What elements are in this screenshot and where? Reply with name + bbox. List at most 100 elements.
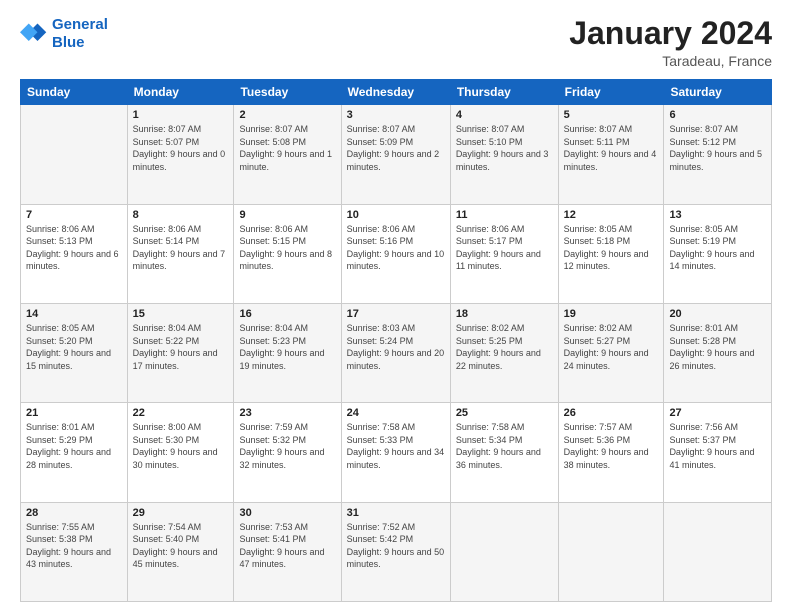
day-info: Sunrise: 8:04 AMSunset: 5:23 PMDaylight:… [239,322,335,372]
calendar-body: 1 Sunrise: 8:07 AMSunset: 5:07 PMDaylight… [21,105,772,602]
day-number: 21 [26,407,122,419]
calendar-cell: 31 Sunrise: 7:52 AMSunset: 5:42 PMDayligh… [341,502,450,601]
calendar-cell: 16 Sunrise: 8:04 AMSunset: 5:23 PMDayligh… [234,303,341,402]
calendar-week-row: 1 Sunrise: 8:07 AMSunset: 5:07 PMDaylight… [21,105,772,204]
calendar-cell: 3 Sunrise: 8:07 AMSunset: 5:09 PMDaylight… [341,105,450,204]
day-number: 15 [133,308,229,320]
day-number: 20 [669,308,766,320]
day-number: 28 [26,507,122,519]
header: General Blue January 2024 Taradeau, Fran… [20,16,772,69]
logo-line2: Blue [52,34,85,51]
weekday-header-wednesday: Wednesday [341,80,450,105]
day-number: 31 [347,507,445,519]
calendar-cell: 7Sunrise: 8:06 AMSunset: 5:13 PMDaylight… [21,204,128,303]
calendar-cell [450,502,558,601]
weekday-header-saturday: Saturday [664,80,772,105]
day-number: 17 [347,308,445,320]
day-info: Sunrise: 7:58 AMSunset: 5:34 PMDaylight:… [456,421,553,471]
day-info: Sunrise: 8:05 AMSunset: 5:19 PMDaylight:… [669,223,766,273]
day-info: Sunrise: 7:59 AMSunset: 5:32 PMDaylight:… [239,421,335,471]
day-number: 6 [669,109,766,121]
day-number: 1 [133,109,229,121]
calendar-cell [21,105,128,204]
day-number: 14 [26,308,122,320]
calendar-cell: 24 Sunrise: 7:58 AMSunset: 5:33 PMDayligh… [341,403,450,502]
day-number: 13 [669,209,766,221]
day-info: Sunrise: 8:01 AMSunset: 5:29 PMDaylight:… [26,421,122,471]
weekday-header-row: SundayMondayTuesdayWednesdayThursdayFrid… [21,80,772,105]
day-number: 30 [239,507,335,519]
page-container: General Blue January 2024 Taradeau, Fran… [0,0,792,612]
calendar-cell: 19 Sunrise: 8:02 AMSunset: 5:27 PMDayligh… [558,303,664,402]
calendar-week-row: 21 Sunrise: 8:01 AMSunset: 5:29 PMDayligh… [21,403,772,502]
day-number: 16 [239,308,335,320]
day-info: Sunrise: 8:07 AMSunset: 5:11 PMDaylight:… [564,123,659,173]
day-number: 18 [456,308,553,320]
weekday-header-tuesday: Tuesday [234,80,341,105]
calendar-cell: 14 Sunrise: 8:05 AMSunset: 5:20 PMDayligh… [21,303,128,402]
calendar-cell: 17Sunrise: 8:03 AMSunset: 5:24 PMDayligh… [341,303,450,402]
day-info: Sunrise: 8:07 AMSunset: 5:09 PMDaylight:… [347,123,445,173]
day-number: 11 [456,209,553,221]
calendar-cell: 11 Sunrise: 8:06 AMSunset: 5:17 PMDayligh… [450,204,558,303]
day-info: Sunrise: 7:58 AMSunset: 5:33 PMDaylight:… [347,421,445,471]
day-number: 9 [239,209,335,221]
day-info: Sunrise: 8:07 AMSunset: 5:07 PMDaylight:… [133,123,229,173]
day-info: Sunrise: 8:02 AMSunset: 5:27 PMDaylight:… [564,322,659,372]
day-info: Sunrise: 8:05 AMSunset: 5:20 PMDaylight:… [26,322,122,372]
calendar-cell: 21 Sunrise: 8:01 AMSunset: 5:29 PMDayligh… [21,403,128,502]
logo-text: General Blue [52,16,108,52]
logo-line1: General [52,16,108,33]
calendar-cell: 1 Sunrise: 8:07 AMSunset: 5:07 PMDaylight… [127,105,234,204]
day-info: Sunrise: 8:07 AMSunset: 5:08 PMDaylight:… [239,123,335,173]
day-number: 3 [347,109,445,121]
day-number: 23 [239,407,335,419]
day-number: 8 [133,209,229,221]
day-number: 24 [347,407,445,419]
day-number: 29 [133,507,229,519]
day-info: Sunrise: 8:00 AMSunset: 5:30 PMDaylight:… [133,421,229,471]
calendar-cell: 6 Sunrise: 8:07 AMSunset: 5:12 PMDaylight… [664,105,772,204]
day-info: Sunrise: 8:07 AMSunset: 5:12 PMDaylight:… [669,123,766,173]
calendar-cell: 10 Sunrise: 8:06 AMSunset: 5:16 PMDayligh… [341,204,450,303]
calendar-cell: 26Sunrise: 7:57 AMSunset: 5:36 PMDayligh… [558,403,664,502]
calendar-cell [558,502,664,601]
calendar-cell: 5 Sunrise: 8:07 AMSunset: 5:11 PMDaylight… [558,105,664,204]
day-number: 19 [564,308,659,320]
day-info: Sunrise: 7:52 AMSunset: 5:42 PMDaylight:… [347,521,445,571]
calendar-cell: 4 Sunrise: 8:07 AMSunset: 5:10 PMDaylight… [450,105,558,204]
day-info: Sunrise: 8:06 AMSunset: 5:13 PMDaylight:… [26,223,122,273]
day-info: Sunrise: 7:57 AMSunset: 5:36 PMDaylight:… [564,421,659,471]
weekday-header-sunday: Sunday [21,80,128,105]
calendar-cell: 13 Sunrise: 8:05 AMSunset: 5:19 PMDayligh… [664,204,772,303]
calendar-cell: 27Sunrise: 7:56 AMSunset: 5:37 PMDayligh… [664,403,772,502]
calendar-cell: 29Sunrise: 7:54 AMSunset: 5:40 PMDayligh… [127,502,234,601]
location: Taradeau, France [569,53,772,69]
calendar-cell [664,502,772,601]
logo-icon [20,20,48,48]
day-info: Sunrise: 8:07 AMSunset: 5:10 PMDaylight:… [456,123,553,173]
day-info: Sunrise: 8:06 AMSunset: 5:16 PMDaylight:… [347,223,445,273]
calendar-cell: 22Sunrise: 8:00 AMSunset: 5:30 PMDayligh… [127,403,234,502]
day-info: Sunrise: 8:06 AMSunset: 5:14 PMDaylight:… [133,223,229,273]
day-number: 4 [456,109,553,121]
day-info: Sunrise: 7:55 AMSunset: 5:38 PMDaylight:… [26,521,122,571]
day-number: 10 [347,209,445,221]
calendar-cell: 2Sunrise: 8:07 AMSunset: 5:08 PMDaylight… [234,105,341,204]
calendar-table: SundayMondayTuesdayWednesdayThursdayFrid… [20,79,772,602]
weekday-header-monday: Monday [127,80,234,105]
calendar-week-row: 28 Sunrise: 7:55 AMSunset: 5:38 PMDayligh… [21,502,772,601]
day-info: Sunrise: 8:05 AMSunset: 5:18 PMDaylight:… [564,223,659,273]
day-info: Sunrise: 7:56 AMSunset: 5:37 PMDaylight:… [669,421,766,471]
calendar-cell: 18 Sunrise: 8:02 AMSunset: 5:25 PMDayligh… [450,303,558,402]
day-info: Sunrise: 8:01 AMSunset: 5:28 PMDaylight:… [669,322,766,372]
day-number: 12 [564,209,659,221]
day-info: Sunrise: 7:53 AMSunset: 5:41 PMDaylight:… [239,521,335,571]
title-block: January 2024 Taradeau, France [569,16,772,69]
day-info: Sunrise: 8:06 AMSunset: 5:17 PMDaylight:… [456,223,553,273]
day-number: 25 [456,407,553,419]
calendar-cell: 23 Sunrise: 7:59 AMSunset: 5:32 PMDayligh… [234,403,341,502]
calendar-cell: 15Sunrise: 8:04 AMSunset: 5:22 PMDayligh… [127,303,234,402]
day-info: Sunrise: 8:02 AMSunset: 5:25 PMDaylight:… [456,322,553,372]
day-number: 5 [564,109,659,121]
